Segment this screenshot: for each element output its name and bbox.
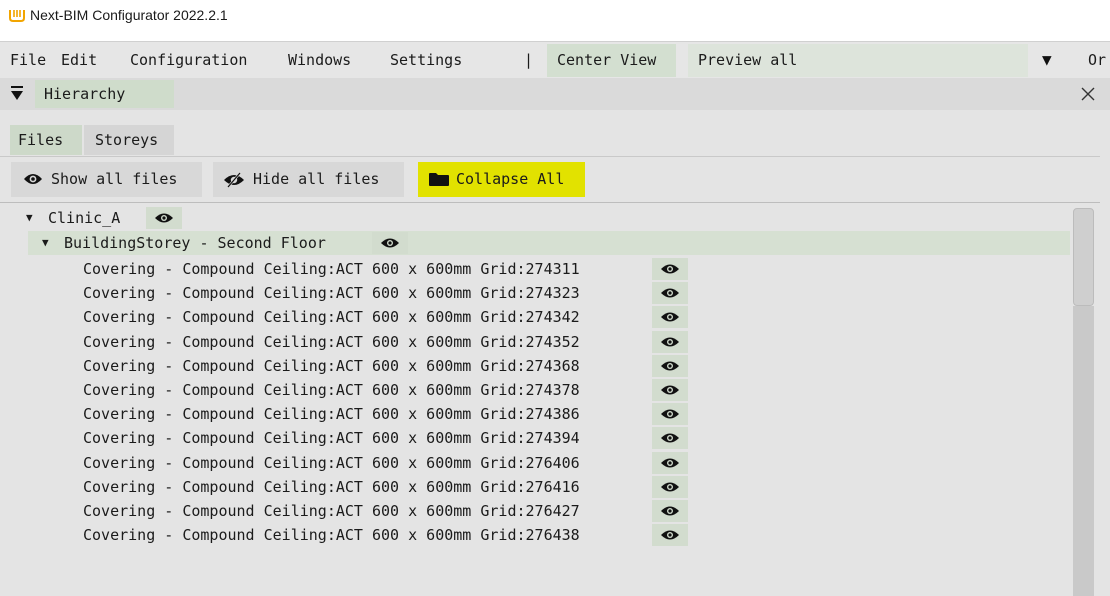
visibility-toggle[interactable] [652, 500, 688, 522]
visibility-toggle[interactable] [652, 451, 688, 474]
eye-icon [24, 174, 42, 184]
tree-item-label: Covering - Compound Ceiling:ACT 600 x 60… [83, 477, 580, 496]
hide-all-files-label: Hide all files [253, 170, 380, 188]
tree-item-row[interactable]: Covering - Compound Ceiling:ACT 600 x 60… [0, 402, 720, 426]
panel-title-tab[interactable]: Hierarchy [35, 80, 174, 108]
tab-bar: Files Storeys [0, 123, 1100, 157]
expand-arrow-icon[interactable]: ▼ [26, 206, 33, 230]
visibility-toggle[interactable] [652, 475, 688, 498]
menu-settings[interactable]: Settings [390, 42, 462, 78]
tree-item-label: Covering - Compound Ceiling:ACT 600 x 60… [83, 356, 580, 375]
panel-collapse-icon[interactable] [10, 85, 24, 103]
visibility-toggle[interactable] [372, 232, 408, 254]
show-all-files-label: Show all files [51, 170, 178, 188]
visibility-toggle[interactable] [652, 379, 688, 401]
eye-icon [661, 530, 679, 540]
tree-item-label: Covering - Compound Ceiling:ACT 600 x 60… [83, 332, 580, 351]
tree-item-label: Covering - Compound Ceiling:ACT 600 x 60… [83, 381, 580, 399]
tree-item-row[interactable]: Covering - Compound Ceiling:ACT 600 x 60… [0, 257, 720, 281]
tree-item-label: Covering - Compound Ceiling:ACT 600 x 60… [83, 453, 580, 472]
tree-item-row[interactable]: Covering - Compound Ceiling:ACT 600 x 60… [0, 281, 720, 305]
visibility-toggle[interactable] [652, 354, 688, 377]
tree-item-row[interactable]: Covering - Compound Ceiling:ACT 600 x 60… [0, 330, 720, 354]
eye-icon [661, 361, 679, 371]
eye-slash-icon [224, 172, 244, 188]
menu-overflow-item[interactable]: Or [1088, 42, 1106, 78]
tree-storey-label: BuildingStorey - Second Floor [64, 234, 326, 252]
hide-all-files-button[interactable]: Hide all files [213, 162, 404, 197]
visibility-toggle[interactable] [146, 207, 182, 229]
file-actions-toolbar: Show all files Hide all files Collapse A… [0, 162, 1100, 198]
tree-root-label: Clinic_A [48, 209, 121, 227]
tree-item-label: Covering - Compound Ceiling:ACT 600 x 60… [83, 405, 580, 424]
tree-root-row[interactable]: ▼ Clinic_A [0, 206, 400, 230]
eye-icon [661, 288, 679, 298]
visibility-toggle[interactable] [652, 330, 688, 353]
tree-item-row[interactable]: Covering - Compound Ceiling:ACT 600 x 60… [0, 378, 720, 402]
tab-files[interactable]: Files [10, 125, 82, 155]
menu-windows[interactable]: Windows [288, 42, 351, 78]
visibility-toggle[interactable] [652, 427, 688, 450]
eye-icon [661, 458, 679, 468]
visibility-toggle[interactable] [652, 306, 688, 329]
close-icon[interactable] [1078, 84, 1098, 104]
panel-title: Hierarchy [44, 85, 126, 103]
tree-item-row[interactable]: Covering - Compound Ceiling:ACT 600 x 60… [0, 426, 720, 450]
tree-item-row[interactable]: Covering - Compound Ceiling:ACT 600 x 60… [0, 499, 720, 523]
eye-icon [661, 337, 679, 347]
eye-icon [661, 506, 679, 516]
menu-edit[interactable]: Edit [61, 42, 97, 78]
tree-item-label: Covering - Compound Ceiling:ACT 600 x 60… [83, 429, 580, 448]
tree-item-row[interactable]: Covering - Compound Ceiling:ACT 600 x 60… [0, 523, 720, 547]
eye-icon [661, 482, 679, 492]
scrollbar-rail [1073, 306, 1094, 596]
window-title: Next-BIM Configurator 2022.2.1 [30, 7, 228, 23]
center-view-button[interactable]: Center View [547, 44, 676, 77]
scrollbar-thumb[interactable] [1073, 208, 1094, 306]
menu-separator: | [524, 51, 534, 69]
tree-item-label: Covering - Compound Ceiling:ACT 600 x 60… [83, 502, 580, 520]
tab-storeys[interactable]: Storeys [84, 125, 174, 155]
eye-icon [661, 409, 679, 419]
folder-icon [429, 173, 449, 186]
eye-icon [661, 385, 679, 395]
visibility-toggle[interactable] [652, 258, 688, 280]
tree-item-label: Covering - Compound Ceiling:ACT 600 x 60… [83, 526, 580, 545]
collapse-all-label: Collapse All [456, 170, 565, 188]
eye-icon [661, 312, 679, 322]
show-all-files-button[interactable]: Show all files [11, 162, 202, 197]
tree-item-label: Covering - Compound Ceiling:ACT 600 x 60… [83, 308, 580, 327]
tree-item-label: Covering - Compound Ceiling:ACT 600 x 60… [83, 284, 580, 303]
eye-icon [661, 264, 679, 274]
visibility-toggle[interactable] [652, 403, 688, 426]
expand-arrow-icon[interactable]: ▼ [42, 231, 49, 255]
eye-icon [381, 238, 399, 248]
collapse-all-button[interactable]: Collapse All [418, 162, 585, 197]
tree-item-row[interactable]: Covering - Compound Ceiling:ACT 600 x 60… [0, 354, 720, 378]
window-titlebar: Next-BIM Configurator 2022.2.1 [0, 0, 1110, 40]
tree-storey-row[interactable]: ▼ BuildingStorey - Second Floor [0, 231, 800, 255]
hierarchy-panel-body: Files Storeys Show all files Hide all fi… [0, 110, 1110, 596]
eye-icon [155, 213, 173, 223]
menu-file[interactable]: File [10, 42, 46, 78]
visibility-toggle[interactable] [652, 524, 688, 547]
tree-item-row[interactable]: Covering - Compound Ceiling:ACT 600 x 60… [0, 451, 720, 475]
tree-item-row[interactable]: Covering - Compound Ceiling:ACT 600 x 60… [0, 475, 720, 499]
menu-configuration[interactable]: Configuration [130, 42, 247, 78]
eye-icon [661, 433, 679, 443]
hierarchy-tree: ▼ Clinic_A ▼ BuildingStorey - Second Flo… [0, 203, 1070, 596]
vertical-scrollbar[interactable] [1070, 206, 1100, 596]
next-bim-logo-icon [9, 10, 25, 22]
preview-all-button[interactable]: Preview all [688, 44, 1028, 77]
tree-item-label: Covering - Compound Ceiling:ACT 600 x 60… [83, 260, 580, 278]
chevron-down-icon[interactable]: ▼ [1042, 42, 1052, 78]
hierarchy-panel-header: Hierarchy [0, 78, 1110, 110]
visibility-toggle[interactable] [652, 282, 688, 305]
tree-item-row[interactable]: Covering - Compound Ceiling:ACT 600 x 60… [0, 305, 720, 329]
menu-bar: File Edit Configuration Windows Settings… [0, 41, 1110, 78]
